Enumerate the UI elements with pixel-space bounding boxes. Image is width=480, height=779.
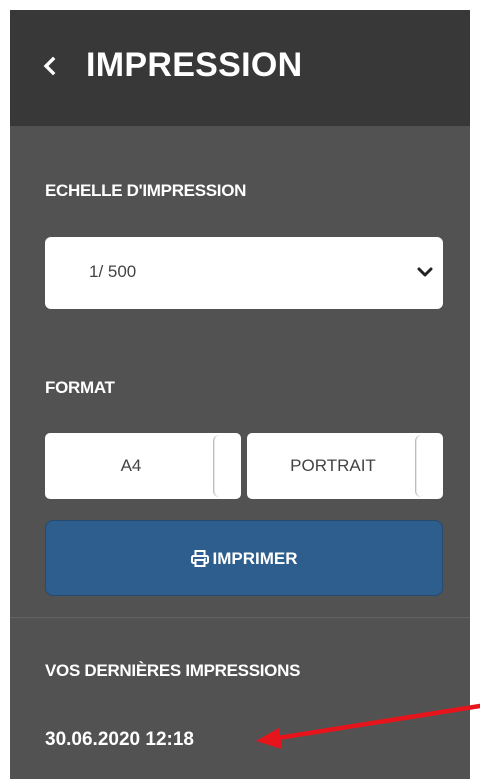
print-button-label: IMPRIMER — [212, 549, 298, 568]
orientation-toggle — [415, 435, 439, 497]
format-label: FORMAT — [45, 378, 115, 397]
scale-label: ECHELLE D'IMPRESSION — [45, 181, 247, 200]
history-label: VOS DERNIÈRES IMPRESSIONS — [45, 661, 301, 680]
page-title: IMPRESSION — [86, 46, 303, 84]
print-button[interactable]: IMPRIMER — [45, 520, 443, 596]
panel-header: IMPRESSION — [10, 10, 470, 126]
paper-size-toggle — [213, 435, 237, 497]
printer-icon — [190, 550, 209, 573]
print-panel: IMPRESSION ECHELLE D'IMPRESSION 1/ 500 F… — [10, 10, 470, 779]
paper-size-value: A4 — [120, 456, 142, 475]
scale-selected-value: 1/ 500 — [89, 262, 137, 281]
scale-select[interactable]: 1/ 500 — [45, 237, 443, 309]
chevron-down-icon — [417, 266, 433, 285]
orientation-value: PORTRAIT — [290, 456, 376, 475]
orientation-select[interactable]: PORTRAIT — [247, 433, 443, 499]
paper-size-select[interactable]: A4 — [45, 433, 241, 499]
section-divider — [10, 617, 470, 618]
chevron-left-icon — [40, 44, 70, 88]
back-button[interactable] — [40, 44, 70, 88]
history-item[interactable]: 30.06.2020 12:18 — [45, 728, 194, 752]
